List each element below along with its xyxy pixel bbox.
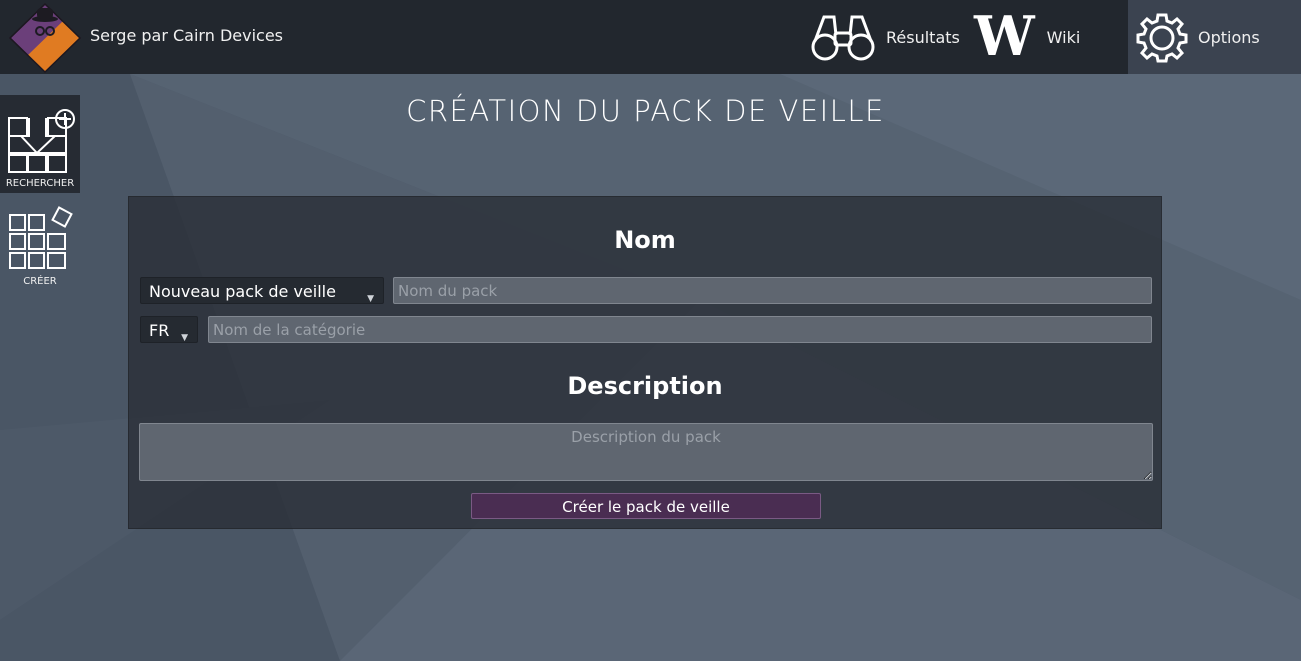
pack-creation-form: Nom Nouveau pack de veille ▼ FR ▼ Descri… — [128, 196, 1162, 529]
description-section-title: Description — [567, 372, 723, 400]
dropdown-caret-icon: ▼ — [367, 294, 374, 304]
pack-name-input[interactable] — [393, 277, 1152, 304]
nav-wiki[interactable]: W Wiki — [974, 0, 1080, 74]
language-select-value: FR — [149, 321, 170, 340]
top-navigation-bar: Serge par Cairn Devices Résultats W Wiki… — [0, 0, 1301, 74]
description-textarea[interactable] — [139, 423, 1153, 481]
sidebar-item-search-label: RECHERCHER — [5, 178, 75, 189]
page-title: CRÉATION DU PACK DE VEILLE — [406, 94, 885, 128]
sidebar-item-create-label: CRÉER — [23, 276, 57, 287]
gear-icon — [1136, 13, 1188, 63]
nav-wiki-label: Wiki — [1046, 27, 1081, 47]
nav-results[interactable]: Résultats — [810, 0, 960, 74]
dropdown-caret-icon: ▼ — [181, 333, 188, 343]
pack-select-value: Nouveau pack de veille — [149, 282, 336, 301]
wikipedia-w-icon: W — [974, 4, 1035, 68]
brand-name[interactable]: Serge par Cairn Devices — [90, 26, 283, 45]
name-section-title: Nom — [614, 226, 676, 254]
nav-options-label: Options — [1198, 27, 1260, 47]
pack-select[interactable]: Nouveau pack de veille ▼ — [140, 277, 384, 304]
nav-options[interactable]: Options — [1128, 0, 1301, 74]
create-grid-icon — [9, 206, 73, 269]
serge-logo-icon[interactable] — [8, 2, 82, 74]
sidebar-item-create[interactable]: CRÉER — [0, 203, 80, 295]
create-pack-button[interactable]: Créer le pack de veille — [471, 493, 821, 519]
binoculars-icon — [811, 15, 875, 61]
nav-results-label: Résultats — [886, 27, 960, 47]
language-select[interactable]: FR ▼ — [140, 316, 198, 343]
category-name-input[interactable] — [208, 316, 1152, 343]
